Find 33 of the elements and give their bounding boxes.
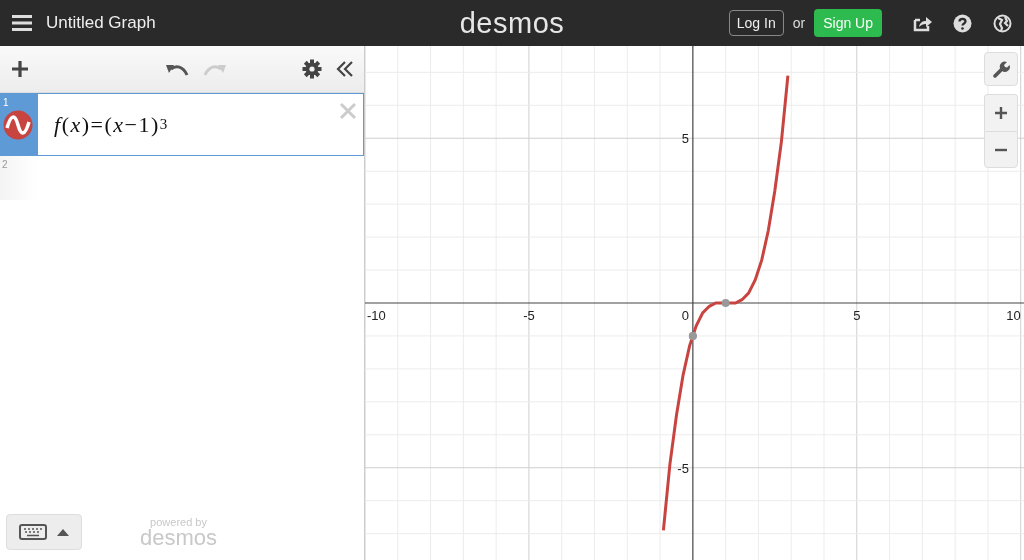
- expression-row[interactable]: 1 f(x)=(x−1)$^{3}$: [0, 93, 364, 156]
- share-icon[interactable]: [913, 14, 932, 32]
- graph-color-icon[interactable]: [3, 110, 33, 140]
- tick-label: 5: [681, 131, 689, 147]
- settings-icon[interactable]: [302, 59, 322, 79]
- tick-label: 10: [1006, 308, 1021, 323]
- or-text: or: [792, 15, 806, 31]
- intercept-point[interactable]: [721, 299, 730, 307]
- line-number: 1: [3, 97, 10, 108]
- formula-input[interactable]: f(x)=(x−1)$^{3}$: [38, 94, 339, 155]
- tick-label: -10: [367, 308, 386, 323]
- menu-icon[interactable]: [12, 15, 32, 31]
- graph-title: Untitled Graph: [46, 13, 156, 33]
- globe-icon[interactable]: [993, 13, 1012, 33]
- caret-icon: [57, 528, 69, 536]
- plus-icon: [994, 106, 1008, 120]
- tick-label: -5: [523, 308, 535, 323]
- tick-label: 0: [681, 308, 689, 323]
- graph-plot[interactable]: -10 -5 0 5 10 -5 5: [365, 46, 1024, 560]
- keyboard-toggle[interactable]: [6, 514, 82, 550]
- add-icon[interactable]: [10, 59, 30, 79]
- tick-label: -5: [677, 460, 689, 476]
- line-number: 2: [2, 159, 9, 170]
- wrench-icon[interactable]: [984, 52, 1018, 86]
- tick-label: 5: [853, 308, 861, 323]
- help-icon[interactable]: [953, 13, 972, 33]
- function-curve[interactable]: [661, 75, 790, 531]
- collapse-icon[interactable]: [336, 60, 354, 78]
- keyboard-icon: [19, 524, 47, 540]
- zoom-in-button[interactable]: [984, 94, 1018, 131]
- login-button[interactable]: Log In: [728, 10, 784, 36]
- logo: desmos: [459, 6, 565, 39]
- minus-icon: [994, 147, 1008, 152]
